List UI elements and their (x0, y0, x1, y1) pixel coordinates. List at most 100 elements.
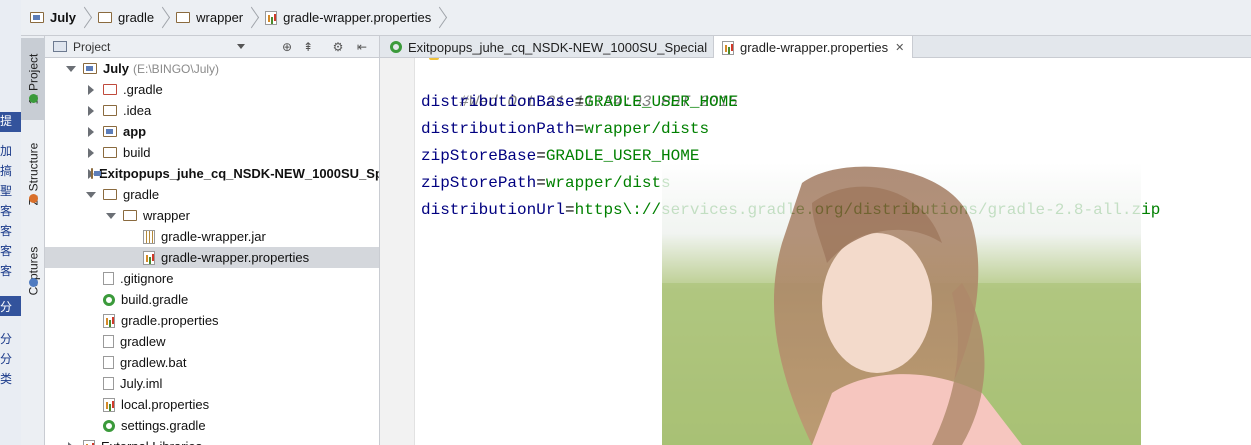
chevron-down-icon[interactable] (65, 63, 77, 75)
property-value: wrapper/dists (545, 174, 671, 192)
strip-char: 客 (0, 224, 13, 238)
tree-item[interactable]: .gitignore (45, 268, 379, 289)
chevron-right-icon[interactable] (65, 441, 77, 445)
code-line: zipStoreBase=GRADLE_USER_HOME (421, 143, 699, 170)
tree-item-label: gradle.properties (121, 313, 219, 328)
tree-item-label: External Libraries (101, 439, 202, 445)
file-icon (103, 272, 114, 285)
property-value: GRADLE_USER_HOME (584, 93, 738, 111)
strip-char: 加 (0, 144, 16, 158)
folder-icon (176, 12, 191, 23)
tree-item[interactable]: gradlew.bat (45, 352, 379, 373)
strip-char: 分 (0, 332, 13, 346)
breadcrumb-separator-icon (158, 7, 168, 29)
captures-icon (29, 278, 38, 287)
tree-item[interactable]: gradle (45, 184, 379, 205)
tree-item[interactable]: build.gradle (45, 289, 379, 310)
tree-item[interactable]: wrapper (45, 205, 379, 226)
tab-captures[interactable]: Captures (21, 226, 45, 316)
editor-tab-bar: Exitpopups_juhe_cq_NSDK-NEW_1000SU_Speci… (380, 36, 1251, 59)
tree-item[interactable]: External Libraries (45, 436, 379, 445)
tree-item[interactable]: app (45, 121, 379, 142)
property-key: distributionPath (421, 120, 575, 138)
properties-file-icon (103, 397, 115, 412)
chevron-down-icon[interactable] (85, 189, 97, 201)
folder-icon (103, 147, 117, 158)
file-icon (103, 377, 114, 390)
project-view-icon (53, 41, 67, 52)
tree-item[interactable]: July.iml (45, 373, 379, 394)
equals-sign: = (536, 147, 546, 165)
android-icon (29, 94, 38, 103)
gradle-file-icon (103, 293, 115, 306)
code-line: distributionBase=GRADLE_USER_HOME (421, 89, 738, 116)
tab-gradle-wrapper-properties-label: gradle-wrapper.properties (740, 40, 889, 55)
gradle-module-icon (390, 41, 402, 53)
strip-char: 客 (0, 204, 13, 218)
editor-gutter (380, 58, 415, 445)
chevron-right-icon[interactable] (85, 84, 97, 96)
tab-gradle-wrapper-properties[interactable]: gradle-wrapper.properties ✕ (713, 36, 914, 59)
tree-item-label: wrapper (143, 208, 190, 223)
tree-item-label: July (103, 61, 130, 76)
properties-file-icon (722, 40, 734, 55)
folder-icon (98, 12, 113, 23)
tree-item-path: (E:\BINGO\July) (133, 61, 220, 76)
tree-item-label: gradle-wrapper.properties (161, 250, 310, 265)
gear-icon[interactable]: ⚙ (331, 40, 345, 54)
properties-file-icon (265, 10, 278, 25)
tree-item[interactable]: .gradle (45, 79, 379, 100)
tree-item[interactable]: gradle-wrapper.properties (45, 247, 379, 268)
module-folder-icon (83, 63, 97, 74)
tree-item[interactable]: .idea (45, 100, 379, 121)
breadcrumb-item-wrapper[interactable]: wrapper (176, 6, 265, 30)
tree-item[interactable]: gradlew (45, 331, 379, 352)
chevron-right-icon[interactable] (85, 105, 97, 117)
tab-exitpopups[interactable]: Exitpopups_juhe_cq_NSDK-NEW_1000SU_Speci… (382, 36, 731, 58)
equals-sign: = (536, 174, 546, 192)
breadcrumb-label: wrapper (196, 10, 244, 25)
tree-item[interactable]: settings.gradle (45, 415, 379, 436)
file-icon (103, 335, 114, 348)
breadcrumb-item-gradle[interactable]: gradle (98, 6, 176, 30)
chevron-right-icon[interactable] (85, 147, 97, 159)
tree-item[interactable]: gradle-wrapper.jar (45, 226, 379, 247)
locate-file-icon[interactable]: ⊕ (280, 40, 294, 54)
chevron-right-icon[interactable] (85, 126, 97, 138)
tree-item-label: gradle (123, 187, 160, 202)
tree-item-label: gradle-wrapper.jar (161, 229, 266, 244)
collapse-all-icon[interactable]: ⇞ (301, 40, 315, 54)
breadcrumb-label: gradle-wrapper.properties (283, 10, 432, 25)
strip-char: 分 (0, 352, 13, 366)
hide-panel-icon[interactable]: ⇤ (355, 40, 369, 54)
intention-bulb-icon[interactable] (429, 58, 439, 60)
tree-item-label: Exitpopups_juhe_cq_NSDK-NEW_1000SU_Speci… (99, 166, 379, 181)
tree-item[interactable]: local.properties (45, 394, 379, 415)
close-icon[interactable]: ✕ (895, 41, 904, 54)
tool-window-strip: 1: Project Z: Structure Captures (21, 36, 45, 445)
breadcrumb-item-gradle-wrapper-properties[interactable]: gradle-wrapper.properties (265, 6, 453, 30)
tree-item-label: .gitignore (120, 271, 174, 286)
file-icon (103, 356, 114, 369)
tab-structure[interactable]: Z: Structure (21, 124, 45, 224)
breadcrumb-item-july[interactable]: July (30, 6, 98, 30)
property-key: zipStorePath (421, 174, 537, 192)
tab-project[interactable]: 1: Project (21, 38, 45, 120)
tree-item[interactable]: July (E:\BINGO\July) (45, 58, 379, 79)
project-panel: Project ⊕ ⇞ ⚙ ⇤ July (E:\BINGO\July) .grad… (45, 36, 380, 445)
folder-icon (103, 105, 117, 116)
structure-icon (29, 194, 38, 203)
view-dropdown-chevron-icon[interactable] (237, 44, 245, 49)
chevron-down-icon[interactable] (105, 210, 117, 222)
equals-sign: = (574, 93, 585, 111)
properties-file-icon (103, 313, 115, 328)
tree-item-label: build.gradle (121, 292, 189, 307)
tree-item[interactable]: gradle.properties (45, 310, 379, 331)
project-panel-header: Project ⊕ ⇞ ⚙ ⇤ (45, 36, 379, 58)
tree-item[interactable]: build (45, 142, 379, 163)
tree-item[interactable]: Exitpopups_juhe_cq_NSDK-NEW_1000SU_Speci… (45, 163, 379, 184)
strip-char: 聖 (0, 184, 13, 198)
folder-icon (103, 189, 117, 200)
strip-char: 提 (0, 114, 13, 128)
code-line: distributionPath=wrapper/dists (421, 116, 709, 143)
